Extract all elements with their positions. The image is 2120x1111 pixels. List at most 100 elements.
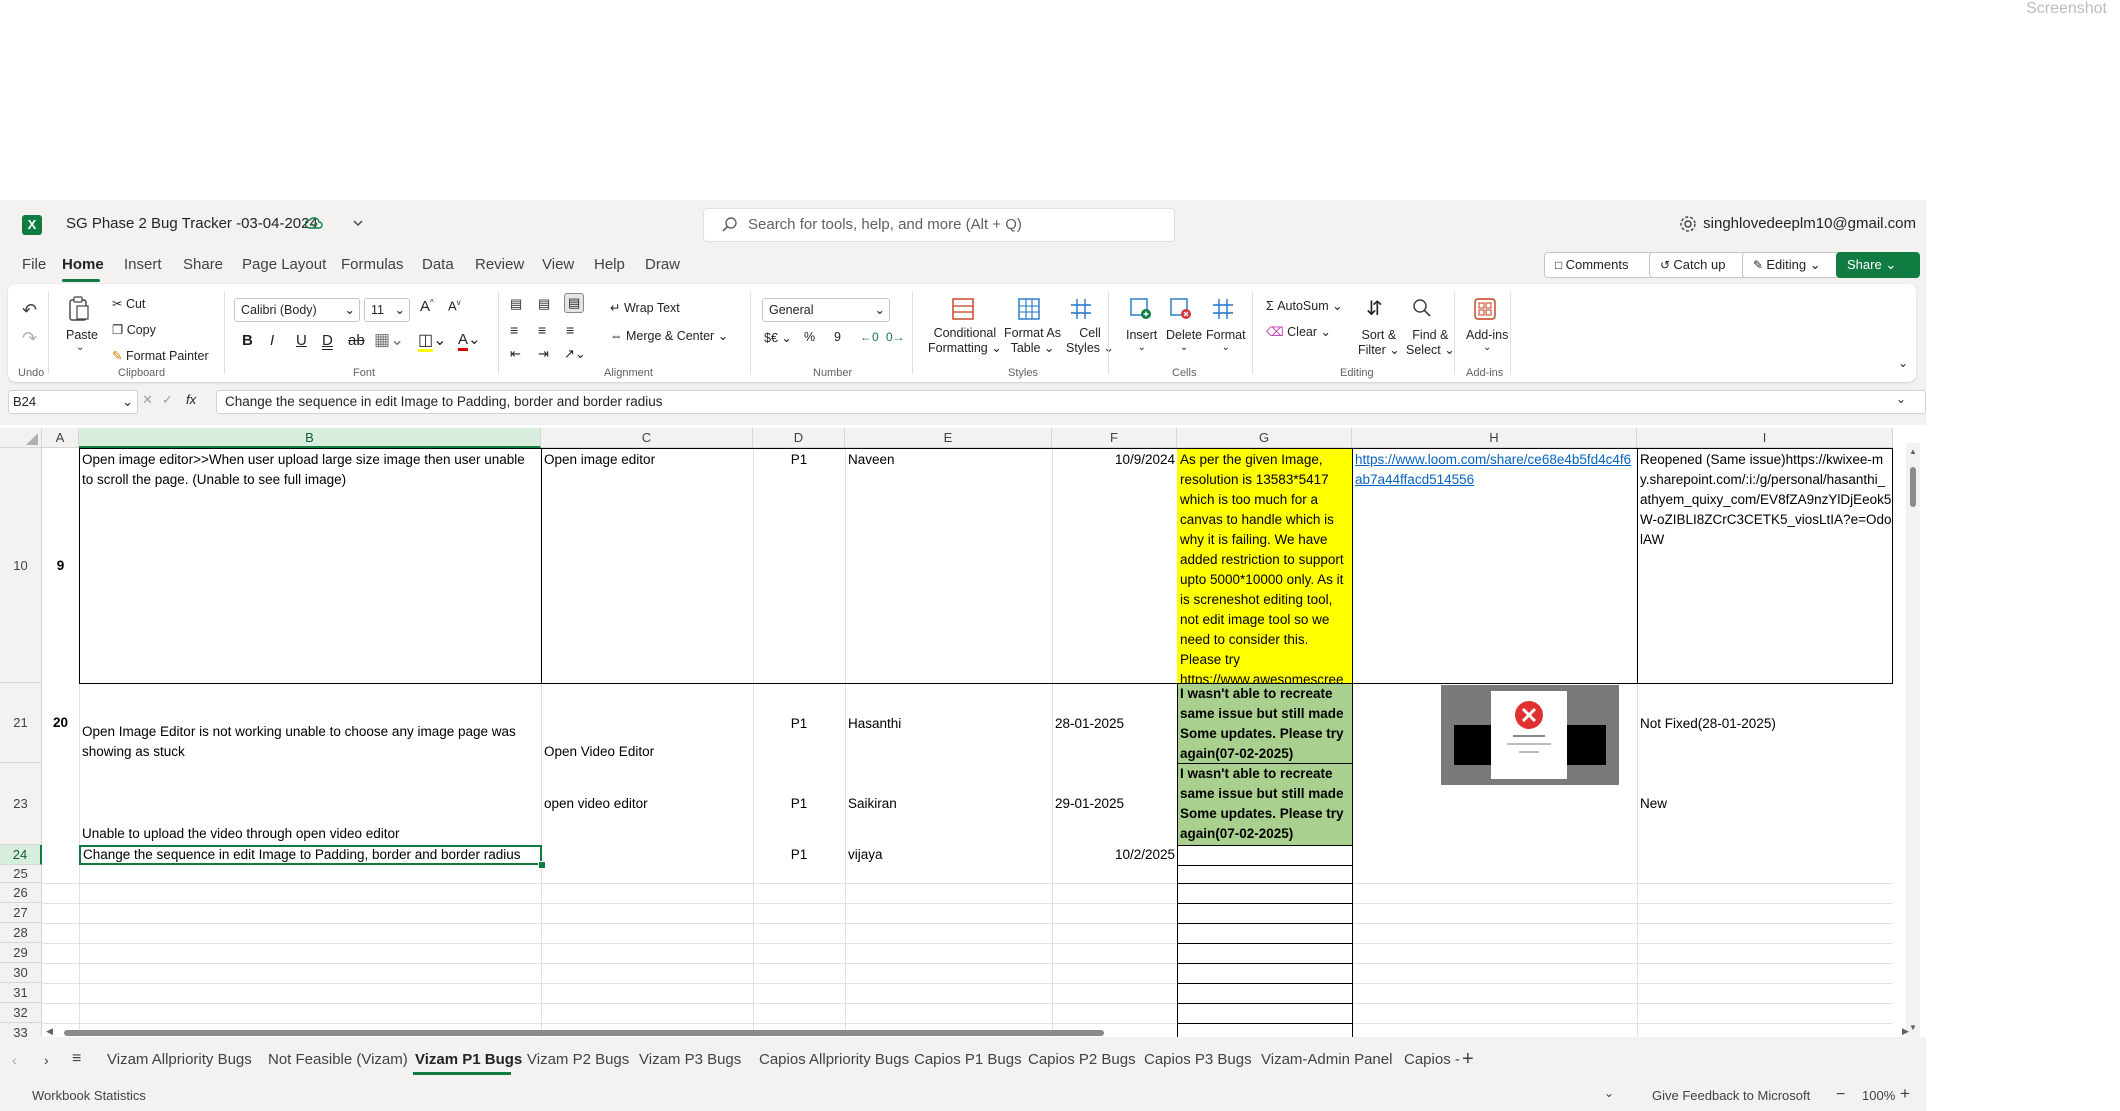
scroll-right-icon[interactable]: ▶ xyxy=(1902,1026,1909,1037)
cell-i21[interactable]: Not Fixed(28-01-2025) xyxy=(1640,714,1890,734)
clear-button[interactable]: ⌫ Clear ⌄ xyxy=(1266,324,1331,339)
workbook-statistics[interactable]: Workbook Statistics xyxy=(32,1088,146,1103)
scroll-left-icon[interactable]: ◀ xyxy=(46,1026,53,1037)
row-header-24[interactable]: 24 xyxy=(0,845,42,865)
add-sheet-plus-icon[interactable]: + xyxy=(1462,1048,1474,1071)
search-input[interactable]: Search for tools, help, and more (Alt + … xyxy=(703,208,1175,242)
sheet-tab-vizam-admin-panel[interactable]: Vizam-Admin Panel xyxy=(1261,1051,1392,1068)
cell-g23[interactable]: I wasn't able to recreate same issue but… xyxy=(1177,763,1352,845)
format-cells-button[interactable]: Format ⌄ xyxy=(1206,328,1246,353)
settings-gear-icon[interactable] xyxy=(1678,214,1698,234)
tab-share[interactable]: Share xyxy=(183,256,223,273)
redo-icon[interactable]: ↷ xyxy=(22,328,37,349)
cell-d23[interactable]: P1 xyxy=(753,794,845,814)
enter-formula-icon[interactable]: ✓ xyxy=(162,392,173,408)
tab-draw[interactable]: Draw xyxy=(645,256,680,273)
cell-f24[interactable]: 10/2/2025 xyxy=(1052,845,1175,865)
align-center-icon[interactable]: ≡ xyxy=(538,322,546,338)
comments-button[interactable]: □ Comments xyxy=(1544,252,1662,278)
column-header-h[interactable]: H xyxy=(1352,428,1637,448)
wrap-text-button[interactable]: ↵ Wrap Text xyxy=(610,300,680,315)
merge-center-button[interactable]: ⇔ Merge & Center ⌄ xyxy=(610,328,728,343)
align-middle-icon[interactable]: ▤ xyxy=(538,296,550,312)
addins-button[interactable]: Add-ins ⌄ xyxy=(1466,328,1508,353)
share-button[interactable]: Share ⌄ xyxy=(1836,252,1920,278)
column-header-c[interactable]: C xyxy=(541,428,753,448)
cell-a10[interactable]: 9 xyxy=(42,448,79,683)
cell-g21[interactable]: I wasn't able to recreate same issue but… xyxy=(1177,683,1352,763)
row-header-23[interactable]: 23 xyxy=(0,763,42,845)
row-header-26[interactable]: 26 xyxy=(0,883,42,903)
conditional-formatting-icon[interactable] xyxy=(952,298,974,320)
cell-c23[interactable]: open video editor xyxy=(544,794,750,814)
editing-mode-button[interactable]: ✎ Editing ⌄ xyxy=(1742,252,1850,278)
insert-cells-icon[interactable] xyxy=(1130,298,1152,320)
embedded-error-screenshot[interactable] xyxy=(1441,685,1619,785)
autosum-button[interactable]: Σ AutoSum ⌄ xyxy=(1266,298,1343,313)
document-title[interactable]: SG Phase 2 Bug Tracker -03-04-2024 xyxy=(66,215,318,232)
copy-button[interactable]: ❐ Copy xyxy=(112,322,156,337)
tab-help[interactable]: Help xyxy=(594,256,625,273)
font-size-select[interactable]: 11 ⌄ xyxy=(364,298,410,322)
undo-icon[interactable]: ↶ xyxy=(22,300,37,321)
percent-format-button[interactable]: % xyxy=(804,330,815,344)
cell-d21[interactable]: P1 xyxy=(753,714,845,734)
zoom-out-icon[interactable]: − xyxy=(1836,1086,1845,1104)
fill-color-icon[interactable]: ◫⌄ xyxy=(418,330,447,352)
decrease-decimal-icon[interactable]: 0→ xyxy=(886,330,905,344)
conditional-formatting-button[interactable]: Conditional Formatting ⌄ xyxy=(928,326,1002,355)
formula-input[interactable]: Change the sequence in edit Image to Pad… xyxy=(216,390,1926,414)
next-sheet-chevron-icon[interactable]: › xyxy=(44,1052,49,1068)
decrease-indent-icon[interactable]: ⇤ xyxy=(510,346,521,362)
zoom-in-icon[interactable]: + xyxy=(1900,1084,1910,1104)
cell-e10[interactable]: Naveen xyxy=(848,450,1048,470)
ribbon-collapse-chevron-icon[interactable]: ⌄ xyxy=(1898,356,1908,370)
cell-e23[interactable]: Saikiran xyxy=(848,794,1048,814)
horizontal-scroll-thumb[interactable] xyxy=(64,1030,1104,1036)
sheet-tab-capios-truncated[interactable]: Capios - xyxy=(1404,1051,1460,1068)
tab-file[interactable]: File xyxy=(22,256,46,273)
underline-icon[interactable]: U xyxy=(296,332,307,349)
cell-d10[interactable]: P1 xyxy=(753,450,845,470)
sheet-tab-vizam-p2[interactable]: Vizam P2 Bugs xyxy=(527,1051,629,1068)
paste-icon[interactable] xyxy=(68,296,90,322)
row-header-30[interactable]: 30 xyxy=(0,963,42,983)
sort-filter-button[interactable]: Sort & Filter ⌄ xyxy=(1358,328,1400,357)
cell-h10-link[interactable]: https://www.loom.com/share/ce68e4b5fd4c4… xyxy=(1355,450,1635,682)
vertical-scroll-thumb[interactable] xyxy=(1910,467,1916,507)
bold-icon[interactable]: B xyxy=(242,332,253,349)
decrease-font-icon[interactable]: Av xyxy=(448,298,461,313)
row-header-32[interactable]: 32 xyxy=(0,1003,42,1023)
orientation-icon[interactable]: ↗⌄ xyxy=(564,346,586,362)
formula-expand-chevron-icon[interactable]: ⌄ xyxy=(1896,392,1906,406)
find-select-icon[interactable] xyxy=(1412,298,1432,318)
sort-filter-icon[interactable]: ⇵ xyxy=(1366,296,1383,321)
cell-b24-active[interactable]: Change the sequence in edit Image to Pad… xyxy=(79,845,542,865)
vertical-scrollbar[interactable]: ▲ ▼ xyxy=(1906,443,1920,1037)
row-header-21[interactable]: 21 xyxy=(0,683,42,763)
currency-format-button[interactable]: $€ ⌄ xyxy=(764,330,792,345)
insert-function-icon[interactable]: fx xyxy=(186,392,196,407)
cell-f10[interactable]: 10/9/2024 xyxy=(1052,450,1175,470)
title-chevron-down-icon[interactable] xyxy=(352,218,364,228)
zoom-level[interactable]: 100% xyxy=(1862,1088,1895,1103)
cancel-formula-icon[interactable]: ✕ xyxy=(142,392,153,408)
sheet-tab-capios-p1[interactable]: Capios P1 Bugs xyxy=(914,1051,1022,1068)
italic-icon[interactable]: I xyxy=(270,332,274,349)
row-header-28[interactable]: 28 xyxy=(0,923,42,943)
cell-c10[interactable]: Open image editor xyxy=(544,450,750,470)
sheet-tab-vizam-allpriority[interactable]: Vizam Allpriority Bugs xyxy=(107,1051,252,1068)
comma-format-button[interactable]: 9 xyxy=(834,330,841,344)
column-header-b[interactable]: B xyxy=(79,428,541,448)
cell-styles-button[interactable]: CellStyles ⌄ xyxy=(1066,326,1114,355)
cell-d24[interactable]: P1 xyxy=(753,845,845,865)
paste-chevron-icon[interactable]: ⌄ xyxy=(76,342,84,353)
column-header-d[interactable]: D xyxy=(753,428,845,448)
feedback-link[interactable]: Give Feedback to Microsoft xyxy=(1652,1088,1810,1103)
sheet-tab-capios-allpriority[interactable]: Capios Allpriority Bugs xyxy=(759,1051,909,1068)
increase-decimal-icon[interactable]: ←0 xyxy=(860,330,879,344)
insert-cells-button[interactable]: Insert ⌄ xyxy=(1126,328,1157,353)
cell-e24[interactable]: vijaya xyxy=(848,845,1048,865)
excel-logo-icon[interactable]: X xyxy=(22,215,42,235)
sheet-tab-not-feasible[interactable]: Not Feasible (Vizam) xyxy=(268,1051,408,1068)
